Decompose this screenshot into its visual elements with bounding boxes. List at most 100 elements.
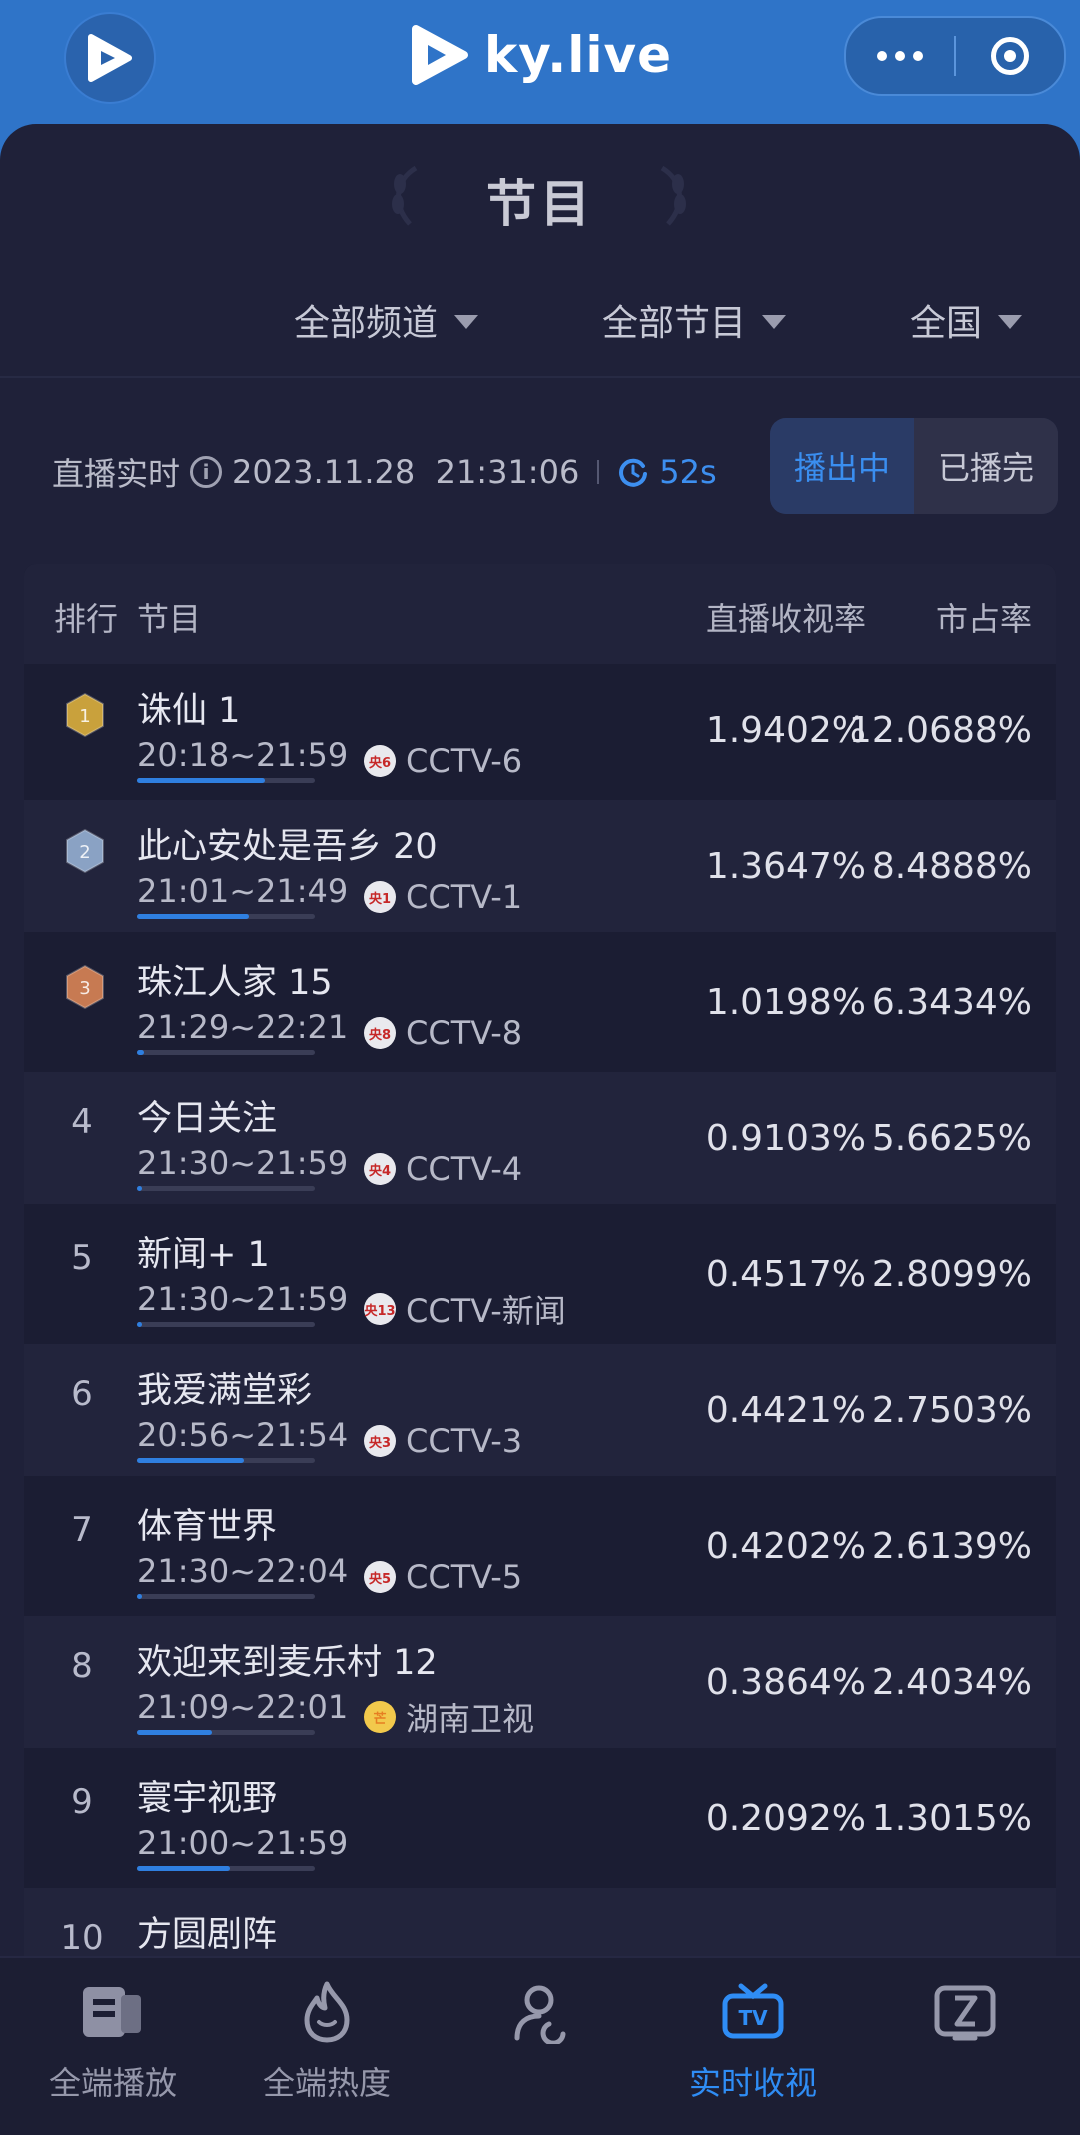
program-time: 21:09~22:01 [137,1688,349,1726]
table-row[interactable]: 3 珠江人家 15 21:29~22:21 央8 CCTV-8 1.0198% 6.… [24,936,1056,1068]
channel: 央3 CCTV-3 [364,1422,522,1460]
live-rating: 0.3864% [705,1662,866,1703]
channel: 央8 CCTV-8 [364,1014,522,1052]
cctv-logo-icon: 央1 [364,881,396,913]
brand-logo-icon [412,25,468,85]
program-time: 21:30~22:04 [137,1552,349,1590]
broadcast-toggle: 播出中 已播完 [770,418,1058,514]
program-time: 20:56~21:54 [137,1416,349,1454]
market-share: 2.8099% [871,1254,1032,1295]
more-button[interactable] [846,18,954,94]
user-refresh-icon [514,1985,566,2044]
table-row[interactable]: 6 我爱满堂彩 20:56~21:54 央3 CCTV-3 0.4421% 2.750… [24,1344,1056,1476]
program-filter[interactable]: 全部节目 [602,294,787,346]
tab-all-heat[interactable]: 全端热度 [222,1958,432,2135]
rank-number: 9 [71,1782,93,1822]
channel-name: CCTV-新闻 [406,1292,566,1330]
table-row[interactable]: 4 今日关注 21:30~21:59 央4 CCTV-4 0.9103% 5.6625… [24,1072,1056,1204]
program-name: 寰宇视野 [137,1779,278,1819]
program-time: 21:00~21:59 [137,1824,349,1862]
live-timestamp: 2023.11.28 21:31:06 [232,453,580,491]
hourglass-icon [934,1985,996,2041]
close-mini-program-button[interactable] [956,18,1064,94]
market-share: 6.3434% [871,982,1032,1023]
header-rating[interactable]: 直播收视率 [706,594,866,640]
progress-bar [137,1458,315,1463]
market-share: 2.7503% [871,1390,1032,1431]
channel-name: CCTV-3 [406,1422,523,1460]
filter-bar: 全部频道 全部节目 全国 [0,294,1080,374]
target-icon [991,37,1029,75]
rank-medal-icon: 1 [66,692,104,738]
info-icon[interactable]: i [190,456,223,488]
caret-down-icon [998,315,1023,329]
market-share: 8.4888% [871,846,1032,887]
program-time: 21:30~21:59 [137,1280,349,1318]
channel: 央5 CCTV-5 [364,1558,522,1596]
program-name: 体育世界 [137,1507,278,1547]
channel-name: CCTV-4 [406,1150,523,1188]
ratings-table: 排行 节目 直播收视率 市占率 1 诛仙 1 20:18~21:59 央6 CCT… [24,564,1056,1984]
channel-name: 湖南卫视 [406,1700,535,1738]
table-row[interactable]: 2 此心安处是吾乡 20 21:01~21:49 央1 CCTV-1 1.3647… [24,800,1056,932]
progress-bar [137,1594,315,1599]
tab-finished[interactable]: 已播完 [914,418,1058,514]
rank-number: 6 [71,1374,93,1414]
bottom-tab-bar: 全端播放 全端热度 TV 实时收视 [0,1956,1080,2135]
brand-name: ky.live [484,26,673,84]
table-row[interactable]: 7 体育世界 21:30~22:04 央5 CCTV-5 0.4202% 2.6139… [24,1480,1056,1612]
program-name: 诛仙 1 [137,691,241,731]
table-row[interactable]: 8 欢迎来到麦乐村 12 21:09~22:01 芒 湖南卫视 0.3864% 2.4… [24,1616,1056,1748]
svg-text:TV: TV [738,2006,768,2030]
channel-filter[interactable]: 全部频道 [294,294,479,346]
market-share: 5.6625% [871,1118,1032,1159]
channel: 央1 CCTV-1 [364,878,522,916]
table-header: 排行 节目 直播收视率 市占率 [24,564,1056,664]
svg-text:2: 2 [79,842,90,863]
live-rating: 1.3647% [705,846,866,887]
channel-name: CCTV-8 [406,1014,523,1052]
program-name: 欢迎来到麦乐村 12 [137,1643,438,1683]
region-filter[interactable]: 全国 [910,294,1023,346]
cctv-logo-icon: 央6 [364,745,396,777]
mini-program-capsule [844,16,1066,96]
program-time: 21:30~21:59 [137,1144,349,1182]
refresh-countdown[interactable]: 52s [617,453,717,491]
table-row[interactable]: 9 寰宇视野 21:00~21:59 0.2092% 1.3015% [24,1752,1056,1884]
live-rating: 0.4202% [705,1526,866,1567]
program-name: 今日关注 [137,1099,278,1139]
cctv-logo-icon: 央5 [364,1561,396,1593]
program-time: 21:01~21:49 [137,872,349,910]
tab-schedule[interactable] [860,1958,1070,2135]
refresh-seconds: 52s [659,453,717,491]
progress-bar [137,1866,315,1871]
rank-number: 8 [71,1646,93,1686]
progress-bar [137,1186,315,1191]
rank-number: 5 [71,1238,93,1278]
svg-text:3: 3 [79,978,90,999]
market-share: 2.4034% [871,1662,1032,1703]
header-rank: 排行 [54,600,119,638]
market-share: 12.0688% [848,710,1032,751]
caret-down-icon [454,315,479,329]
live-status-row: 直播实时 i 2023.11.28 21:31:06 52s [52,449,717,495]
progress-bar [137,1730,315,1735]
tab-realtime-ratings[interactable]: TV 实时收视 [648,1958,858,2135]
tab-label: 全端播放 [48,2064,177,2102]
table-row[interactable]: 5 新闻+ 1 21:30~21:59 央13 CCTV-新闻 0.4517% 2.8… [24,1208,1056,1340]
tab-on-air[interactable]: 播出中 [770,418,914,514]
divider [597,460,600,484]
tab-user[interactable] [436,1958,646,2135]
program-name: 新闻+ 1 [137,1235,270,1275]
cctv-logo-icon: 央13 [364,1293,396,1325]
app-logo-button[interactable] [64,12,156,104]
header-share[interactable]: 市占率 [936,594,1032,640]
program-filter-label: 全部节目 [602,303,747,344]
flame-icon [304,1981,350,2043]
table-row[interactable]: 1 诛仙 1 20:18~21:59 央6 CCTV-6 1.9402% 12.06… [24,664,1056,796]
program-name: 我爱满堂彩 [137,1371,313,1411]
progress-bar [137,1050,315,1055]
tab-all-play[interactable]: 全端播放 [8,1958,218,2135]
main-panel: 节目 全部频道 全部节目 全国 直播实时 i 2023.11.28 21:31:… [0,124,1080,1984]
page-title: 节目 [486,175,594,233]
